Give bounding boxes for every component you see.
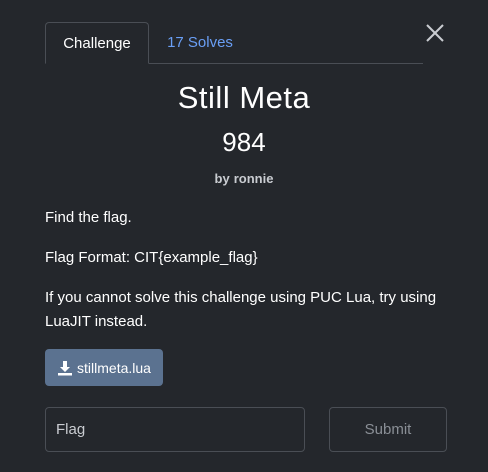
tab-solves-label: 17 Solves — [167, 34, 233, 51]
challenge-title: Still Meta — [177, 80, 311, 115]
flag-input[interactable] — [45, 407, 305, 452]
description-line: Find the flag. — [45, 209, 132, 226]
description-line: If you cannot solve this challenge using… — [45, 289, 437, 330]
challenge-author: by ronnie — [0, 171, 488, 186]
tab-solves[interactable]: 17 Solves — [155, 22, 245, 63]
tab-challenge-label: Challenge — [63, 34, 131, 52]
close-button[interactable] — [424, 22, 446, 44]
tab-challenge[interactable]: Challenge — [45, 22, 149, 64]
author-name: ronnie — [233, 171, 274, 186]
challenge-value: 984 — [222, 127, 266, 157]
submit-button[interactable]: Submit — [329, 407, 447, 452]
challenge-modal: Challenge 17 Solves Still Meta 984 by ron… — [0, 0, 488, 472]
file-name: stillmeta.lua — [77, 359, 151, 376]
file-download-button[interactable]: stillmeta.lua — [45, 349, 163, 386]
close-icon — [426, 24, 444, 42]
author-prefix: by — [214, 171, 230, 186]
download-icon — [58, 360, 73, 375]
description-line: Flag Format: CIT{example_flag} — [45, 249, 258, 266]
challenge-tabs: Challenge 17 Solves — [45, 22, 423, 64]
